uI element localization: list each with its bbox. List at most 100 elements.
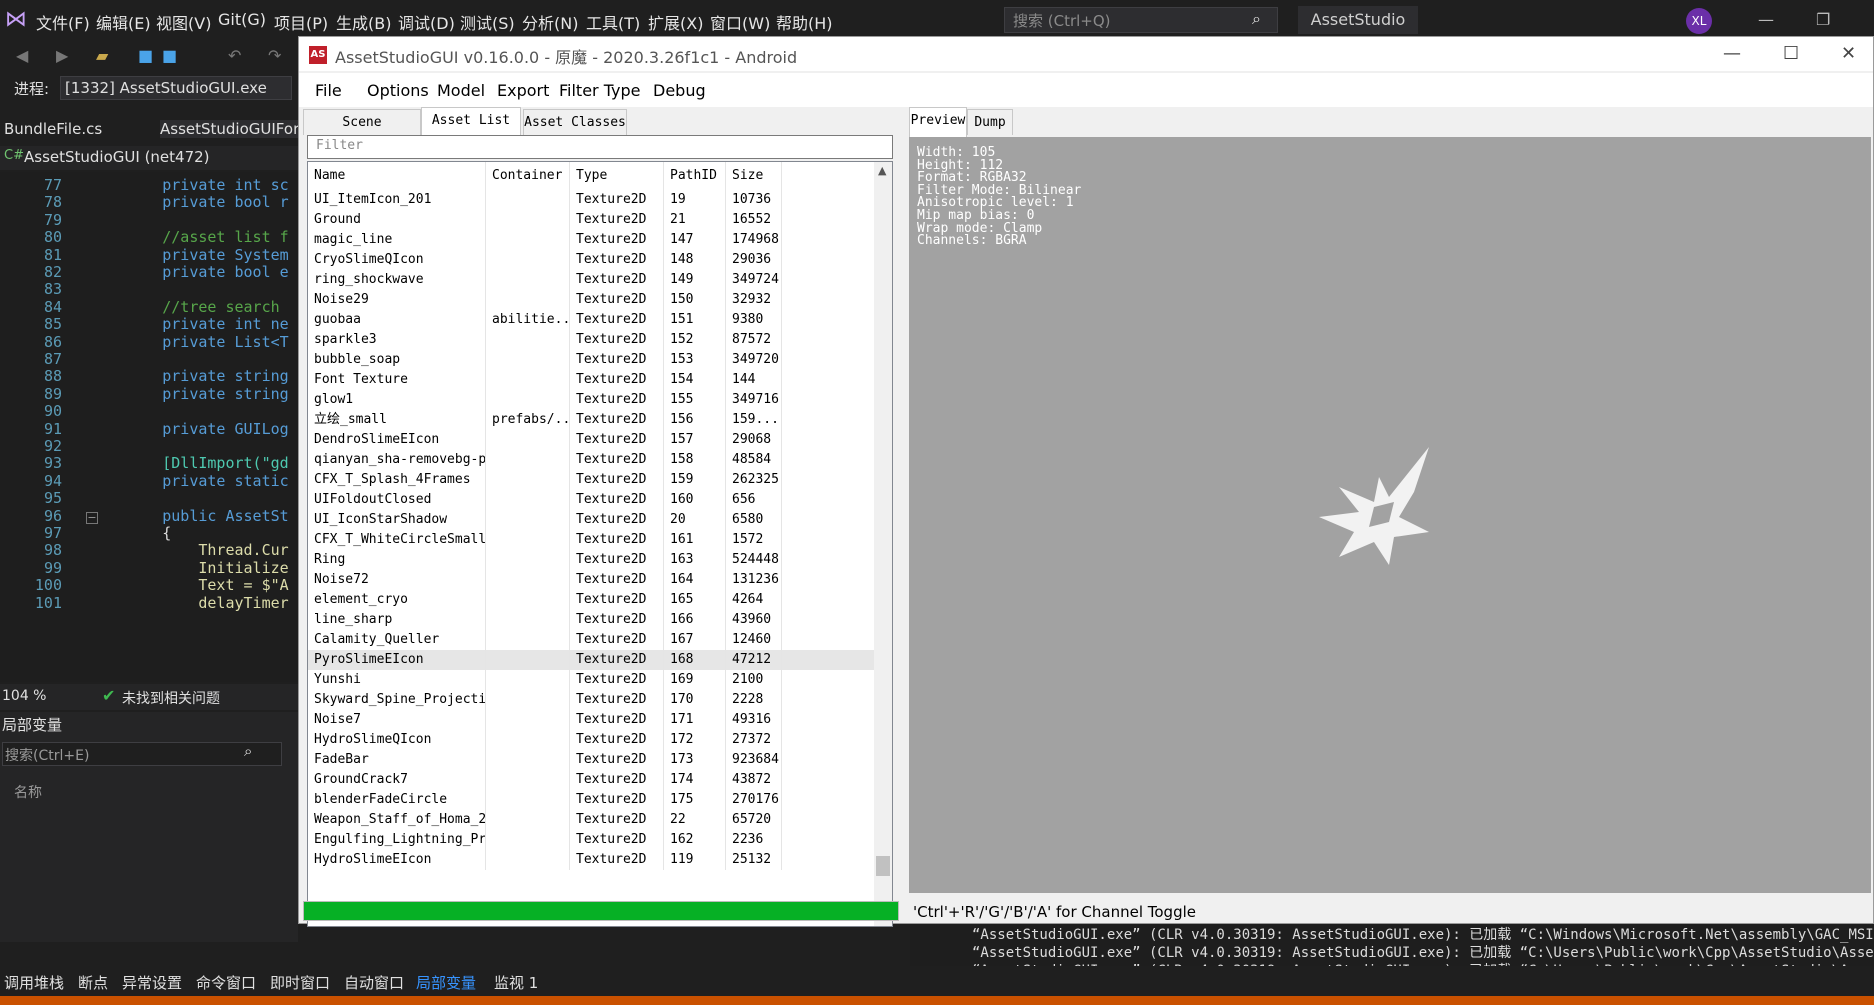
as-menu-model[interactable]: Model <box>437 81 485 100</box>
scroll-thumb[interactable] <box>876 856 890 876</box>
search-icon[interactable]: ⌕ <box>244 742 252 760</box>
vs-restore-icon[interactable]: ❐ <box>1816 10 1830 29</box>
tab-dump[interactable]: Dump <box>967 109 1013 135</box>
table-row[interactable]: Noise29 Texture2D 150 32932 <box>308 290 874 310</box>
vs-menu-debug[interactable]: 调试(D) <box>398 10 455 34</box>
tab-call-stack[interactable]: 调用堆栈 <box>4 972 64 993</box>
table-row[interactable]: Weapon_Staff_of_Homa_2nd Texture2D 22 65720 <box>308 810 874 830</box>
tab-breakpoints[interactable]: 断点 <box>78 972 108 993</box>
table-row[interactable]: Noise7 Texture2D 171 49316 <box>308 710 874 730</box>
table-row[interactable]: element_cryo Texture2D 165 4264 <box>308 590 874 610</box>
column-size[interactable]: Size <box>726 162 782 190</box>
table-row[interactable]: HydroSlimeQIcon Texture2D 172 27372 <box>308 730 874 750</box>
texture-preview[interactable]: Width: 105 Height: 112 Format: RGBA32 Filte… <box>909 137 1871 893</box>
column-container[interactable]: Container <box>486 162 570 190</box>
asset-filter-input[interactable]: Filter <box>307 135 893 159</box>
as-menu-export[interactable]: Export <box>497 81 549 100</box>
tab-immediate-window[interactable]: 即时窗口 <box>270 972 330 993</box>
table-row[interactable]: ring_shockwave Texture2D 149 349724 <box>308 270 874 290</box>
table-row[interactable]: PyroSlimeEIcon Texture2D 168 47212 <box>308 650 874 670</box>
redo-icon[interactable]: ↷ <box>268 46 281 65</box>
table-row[interactable]: 立绘_small prefabs/... Texture2D 156 159... <box>308 410 874 430</box>
table-row[interactable]: HydroSlimeEIcon Texture2D 119 25132 <box>308 850 874 870</box>
table-row[interactable]: Engulfing_Lightning_Proj... Texture2D1622… <box>308 830 874 850</box>
table-row[interactable]: CryoSlimeQIcon Texture2D 148 29036 <box>308 250 874 270</box>
back-icon[interactable]: ◀ <box>16 46 28 65</box>
as-menu-debug[interactable]: Debug <box>653 81 706 100</box>
table-row[interactable]: UI_ItemIcon_201 Texture2D 19 10736 <box>308 190 874 210</box>
vs-menu-build[interactable]: 生成(B) <box>336 10 391 34</box>
table-row[interactable]: glow1 Texture2D 155 349716 <box>308 390 874 410</box>
save-icon[interactable]: ■ <box>138 46 153 65</box>
table-row[interactable]: Skyward_Spine_Projectile Texture2D 170 2228 <box>308 690 874 710</box>
as-menu-filter-type[interactable]: Filter Type <box>559 81 640 100</box>
vs-menu-file[interactable]: 文件(F) <box>36 10 90 34</box>
vs-menu-edit[interactable]: 编辑(E) <box>96 10 151 34</box>
collapse-icon[interactable]: − <box>86 512 98 524</box>
vs-menu-test[interactable]: 测试(S) <box>460 10 515 34</box>
vs-minimize-icon[interactable]: — <box>1758 10 1774 29</box>
table-row[interactable]: line_sharp Texture2D 166 43960 <box>308 610 874 630</box>
tab-scene-hierarchy[interactable]: Scene Hierarchy <box>303 109 421 156</box>
tab-asset-list[interactable]: Asset List <box>421 107 521 137</box>
table-row[interactable]: Calamity_Queller Texture2D 167 12460 <box>308 630 874 650</box>
table-row[interactable]: qianyan_sha-removebg-pre... Texture2D1584… <box>308 450 874 470</box>
as-menu-options[interactable]: Options <box>367 81 429 100</box>
undo-icon[interactable]: ↶ <box>228 46 241 65</box>
open-folder-icon[interactable]: ▰ <box>96 46 108 65</box>
table-row[interactable]: Ground Texture2D 21 16552 <box>308 210 874 230</box>
as-minimize-icon[interactable]: — <box>1723 43 1741 64</box>
table-row[interactable]: Noise72 Texture2D 164 131236 <box>308 570 874 590</box>
column-pathid[interactable]: PathID <box>664 162 726 190</box>
table-row[interactable]: CFX_T_WhiteCircleSmall Texture2D 161 1572 <box>308 530 874 550</box>
as-close-icon[interactable]: ✕ <box>1841 43 1856 64</box>
tab-bundlefile[interactable]: BundleFile.cs <box>4 120 102 138</box>
tab-locals[interactable]: 局部变量 <box>416 972 476 993</box>
vs-menu-view[interactable]: 视图(V) <box>156 10 211 34</box>
search-icon[interactable]: ⌕ <box>1252 9 1261 29</box>
vs-menu-project[interactable]: 项目(P) <box>274 10 328 34</box>
tab-autos[interactable]: 自动窗口 <box>344 972 404 993</box>
avatar[interactable]: XL <box>1686 8 1712 34</box>
vs-menu-analyze[interactable]: 分析(N) <box>522 10 578 34</box>
table-row[interactable]: sparkle3 Texture2D 152 87572 <box>308 330 874 350</box>
table-row[interactable]: blenderFadeCircle Texture2D 175 270176 <box>308 790 874 810</box>
table-row[interactable]: GroundCrack7 Texture2D 174 43872 <box>308 770 874 790</box>
table-row[interactable]: UI_IconStarShadow Texture2D 20 6580 <box>308 510 874 530</box>
zoom-level[interactable]: 104 % <box>2 688 46 704</box>
tab-asset-classes[interactable]: Asset Classes <box>523 109 627 135</box>
asset-list[interactable]: Name Container Type PathID Size UI_ItemI… <box>307 161 893 927</box>
vs-menu-window[interactable]: 窗口(W) <box>710 10 770 34</box>
vs-menu-tools[interactable]: 工具(T) <box>586 10 640 34</box>
as-maximize-icon[interactable]: ☐ <box>1783 43 1799 64</box>
vs-search-input[interactable]: 搜索 (Ctrl+Q) <box>1004 7 1278 33</box>
table-row[interactable]: Font Texture Texture2D 154 144 <box>308 370 874 390</box>
scroll-up-icon[interactable]: ▲ <box>878 164 886 177</box>
save-all-icon[interactable]: ■ <box>162 46 177 65</box>
vs-solution-dropdown[interactable]: C# AssetStudioGUI (net472) <box>0 146 298 170</box>
column-name[interactable]: Name <box>308 162 486 190</box>
tab-watch-1[interactable]: 监视 1 <box>494 972 538 993</box>
table-row[interactable]: DendroSlimeEIcon Texture2D 157 29068 <box>308 430 874 450</box>
process-dropdown[interactable]: [1332] AssetStudioGUI.exe <box>60 76 292 100</box>
table-row[interactable]: Yunshi Texture2D 169 2100 <box>308 670 874 690</box>
table-row[interactable]: Ring Texture2D 163 524448 <box>308 550 874 570</box>
table-row[interactable]: magic_line Texture2D 147 174968 <box>308 230 874 250</box>
table-row[interactable]: FadeBar Texture2D 173 923684 <box>308 750 874 770</box>
tab-exception-settings[interactable]: 异常设置 <box>122 972 182 993</box>
table-row[interactable]: CFX_T_Splash_4Frames Texture2D 159 262325 <box>308 470 874 490</box>
tab-command-window[interactable]: 命令窗口 <box>196 972 256 993</box>
vs-code-editor[interactable]: 77 private int sc 78 private bool r 79 80 /… <box>0 172 298 682</box>
table-row[interactable]: guobaa abilitie... Texture2D 151 9380 <box>308 310 874 330</box>
table-row[interactable]: bubble_soap Texture2D 153 349720 <box>308 350 874 370</box>
vs-menu-help[interactable]: 帮助(H) <box>776 10 833 34</box>
asset-list-scrollbar[interactable]: ▲ ▼ <box>874 162 892 926</box>
tab-assetstudioguiform[interactable]: AssetStudioGUIFor <box>160 120 298 138</box>
as-menu-file[interactable]: File <box>315 81 342 100</box>
locals-search-input[interactable]: 搜索(Ctrl+E) <box>2 742 282 766</box>
table-row[interactable]: UIFoldoutClosed Texture2D 160 656 <box>308 490 874 510</box>
vs-menu-git[interactable]: Git(G) <box>218 10 266 29</box>
vs-menu-extensions[interactable]: 扩展(X) <box>648 10 703 34</box>
forward-icon[interactable]: ▶ <box>56 46 68 65</box>
column-type[interactable]: Type <box>570 162 664 190</box>
